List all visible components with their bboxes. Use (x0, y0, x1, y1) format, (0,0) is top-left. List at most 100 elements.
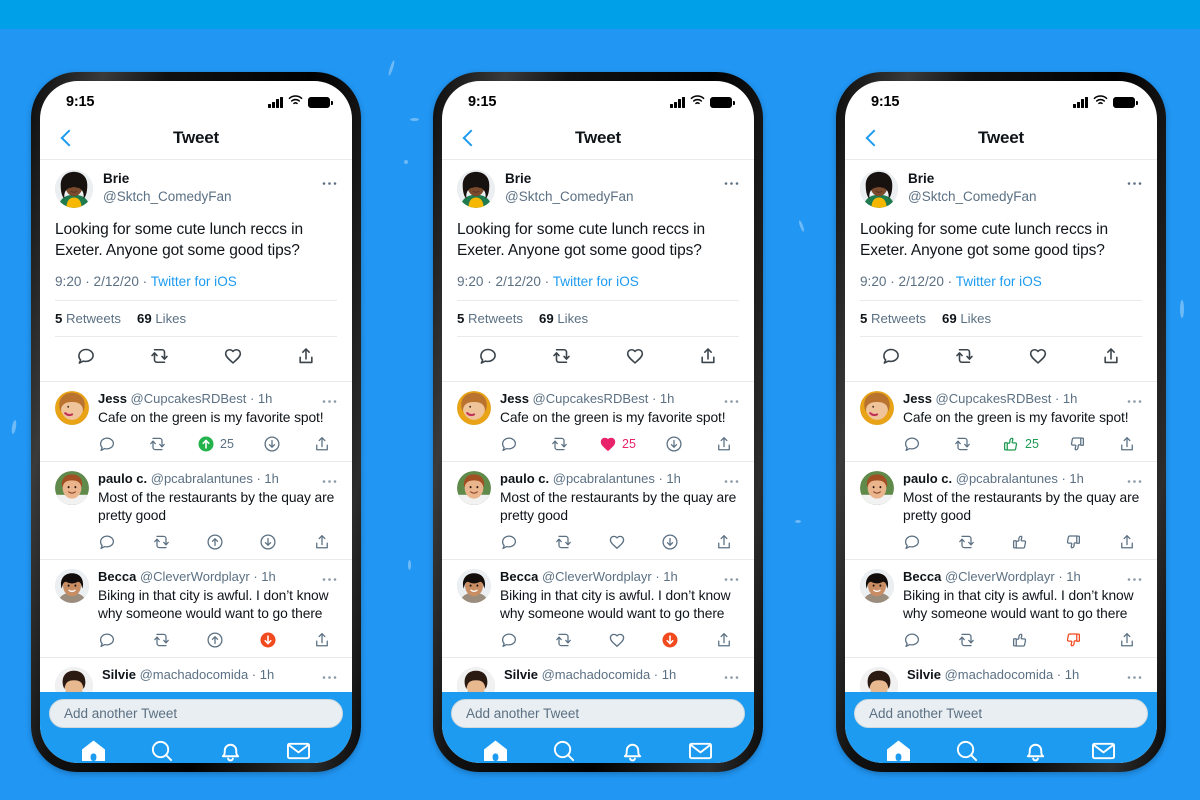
reply-downvote-arrow-circle-icon[interactable] (259, 631, 279, 649)
reply-heart-icon[interactable] (608, 533, 628, 551)
reply-reply-icon[interactable] (903, 631, 923, 649)
reply-thumbs-up-icon[interactable] (1011, 631, 1031, 649)
more-options-icon[interactable] (1127, 174, 1142, 188)
reply-reply-icon[interactable] (98, 435, 118, 453)
reply-row[interactable]: Jess @CupcakesRDBest · 1h Cafe on the gr… (845, 382, 1157, 462)
main-tweet-share-icon[interactable] (698, 346, 718, 371)
reply-row[interactable]: Becca @CleverWordplayr · 1h Biking in th… (845, 560, 1157, 658)
more-options-icon[interactable] (724, 570, 739, 584)
avatar[interactable] (55, 568, 89, 603)
main-tweet-share-icon[interactable] (1101, 346, 1121, 371)
reply-thumbs-up-icon[interactable] (1011, 533, 1031, 551)
add-another-tweet-input[interactable]: Add another Tweet (854, 699, 1148, 728)
avatar[interactable] (55, 470, 89, 505)
more-options-icon[interactable] (724, 668, 739, 682)
reply-thumbs-down-icon[interactable] (1064, 533, 1084, 551)
retweets-stat[interactable]: 5 Retweets (457, 311, 523, 326)
main-tweet-source-link[interactable]: Twitter for iOS (956, 274, 1042, 289)
more-options-icon[interactable] (1127, 472, 1142, 486)
reply-upvote-arrow-circle-icon[interactable]: 25 (197, 435, 234, 453)
main-tweet-retweet-icon[interactable] (551, 346, 572, 371)
more-options-icon[interactable] (322, 472, 337, 486)
reply-retweet-icon[interactable] (957, 631, 977, 649)
tab-home-icon[interactable] (886, 739, 911, 763)
reply-retweet-icon[interactable] (554, 533, 574, 551)
reply-retweet-icon[interactable] (152, 533, 172, 551)
add-another-tweet-input[interactable]: Add another Tweet (49, 699, 343, 728)
reply-row[interactable]: Becca @CleverWordplayr · 1h Biking in th… (442, 560, 754, 658)
tab-notifications-bell-icon[interactable] (218, 739, 243, 763)
reply-reply-icon[interactable] (98, 631, 118, 649)
reply-reply-icon[interactable] (500, 533, 520, 551)
main-tweet-retweet-icon[interactable] (149, 346, 170, 371)
more-options-icon[interactable] (322, 174, 337, 188)
main-tweet-retweet-icon[interactable] (954, 346, 975, 371)
reply-heart-icon[interactable] (608, 631, 628, 649)
avatar[interactable] (860, 390, 894, 425)
reply-reply-icon[interactable] (98, 533, 118, 551)
reply-share-icon[interactable] (715, 631, 735, 649)
main-tweet-source-link[interactable]: Twitter for iOS (151, 274, 237, 289)
reply-upvote-arrow-circle-icon[interactable] (206, 533, 226, 551)
avatar[interactable] (457, 170, 495, 208)
reply-share-icon[interactable] (715, 533, 735, 551)
more-options-icon[interactable] (322, 392, 337, 406)
tab-home-icon[interactable] (81, 739, 106, 763)
reply-share-icon[interactable] (313, 533, 333, 551)
reply-share-icon[interactable] (1118, 631, 1138, 649)
reply-reply-icon[interactable] (903, 533, 923, 551)
reply-thumbs-down-icon[interactable] (1064, 631, 1084, 649)
main-tweet-reply-icon[interactable] (76, 346, 96, 371)
reply-downvote-arrow-circle-icon[interactable] (661, 533, 681, 551)
reply-heart-icon[interactable]: 25 (599, 435, 636, 453)
main-tweet-share-icon[interactable] (296, 346, 316, 371)
retweets-stat[interactable]: 5 Retweets (860, 311, 926, 326)
avatar[interactable] (55, 170, 93, 208)
main-tweet-heart-icon[interactable] (625, 346, 645, 371)
retweets-stat[interactable]: 5 Retweets (55, 311, 121, 326)
avatar[interactable] (860, 568, 894, 603)
tab-messages-envelope-icon[interactable] (1091, 739, 1116, 763)
avatar[interactable] (860, 170, 898, 208)
main-tweet-source-link[interactable]: Twitter for iOS (553, 274, 639, 289)
more-options-icon[interactable] (322, 668, 337, 682)
reply-retweet-icon[interactable] (550, 435, 570, 453)
more-options-icon[interactable] (1127, 668, 1142, 682)
main-tweet-heart-icon[interactable] (223, 346, 243, 371)
reply-reply-icon[interactable] (500, 631, 520, 649)
tab-notifications-bell-icon[interactable] (620, 739, 645, 763)
main-tweet-heart-icon[interactable] (1028, 346, 1048, 371)
reply-share-icon[interactable] (715, 435, 735, 453)
reply-reply-icon[interactable] (500, 435, 520, 453)
reply-retweet-icon[interactable] (953, 435, 973, 453)
avatar[interactable] (860, 470, 894, 505)
tab-search-icon[interactable] (551, 739, 576, 763)
reply-row[interactable]: paulo c. @pcabralantunes · 1h Most of th… (845, 462, 1157, 560)
reply-upvote-arrow-circle-icon[interactable] (206, 631, 226, 649)
tab-search-icon[interactable] (149, 739, 174, 763)
reply-share-icon[interactable] (1118, 533, 1138, 551)
reply-downvote-arrow-circle-icon[interactable] (665, 435, 685, 453)
main-tweet-reply-icon[interactable] (478, 346, 498, 371)
more-options-icon[interactable] (724, 392, 739, 406)
avatar[interactable] (457, 568, 491, 603)
main-tweet-reply-icon[interactable] (881, 346, 901, 371)
reply-thumbs-down-icon[interactable] (1068, 435, 1088, 453)
more-options-icon[interactable] (322, 570, 337, 584)
reply-downvote-arrow-circle-icon[interactable] (661, 631, 681, 649)
more-options-icon[interactable] (724, 174, 739, 188)
tab-search-icon[interactable] (954, 739, 979, 763)
reply-retweet-icon[interactable] (152, 631, 172, 649)
reply-reply-icon[interactable] (903, 435, 923, 453)
reply-share-icon[interactable] (313, 631, 333, 649)
likes-stat[interactable]: 69 Likes (137, 311, 186, 326)
reply-share-icon[interactable] (313, 435, 333, 453)
likes-stat[interactable]: 69 Likes (942, 311, 991, 326)
tab-messages-envelope-icon[interactable] (688, 739, 713, 763)
reply-row[interactable]: Jess @CupcakesRDBest · 1h Cafe on the gr… (40, 382, 352, 462)
reply-thumbs-up-icon[interactable]: 25 (1002, 435, 1039, 453)
reply-retweet-icon[interactable] (554, 631, 574, 649)
reply-downvote-arrow-circle-icon[interactable] (259, 533, 279, 551)
reply-downvote-arrow-circle-icon[interactable] (263, 435, 283, 453)
tab-messages-envelope-icon[interactable] (286, 739, 311, 763)
